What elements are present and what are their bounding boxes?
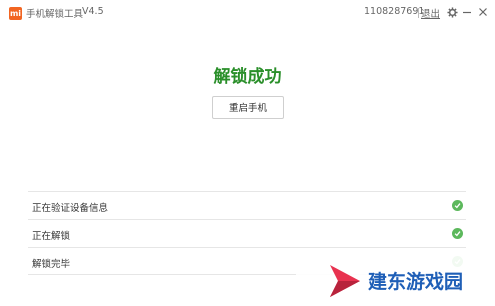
watermark: 建东游戏园 (296, 255, 495, 306)
app-version: V4.5 (82, 6, 104, 17)
title-separator (418, 8, 419, 18)
step-row-verify: 正在验证设备信息 (28, 191, 466, 219)
watermark-text: 建东游戏园 (368, 271, 464, 293)
mi-logo: mi (9, 7, 22, 20)
watermark-logo-icon (326, 261, 362, 305)
app-title: 手机解锁工具 (26, 9, 84, 20)
title-bar: mi 手机解锁工具 V4.5 1108287691 退出 (0, 0, 495, 26)
step-label: 解锁完毕 (32, 259, 71, 270)
gear-icon[interactable] (446, 6, 458, 18)
account-id: 1108287691 (364, 6, 425, 17)
unlock-status-title: 解锁成功 (213, 67, 282, 87)
close-icon[interactable] (477, 6, 489, 18)
checkmark-icon (452, 200, 463, 211)
step-label: 正在解锁 (32, 231, 71, 242)
step-label: 正在验证设备信息 (32, 203, 109, 214)
minimize-icon[interactable] (461, 6, 473, 18)
restart-phone-button[interactable]: 重启手机 (212, 96, 284, 119)
checkmark-icon (452, 228, 463, 239)
step-row-unlocking: 正在解锁 (28, 219, 466, 247)
logout-link[interactable]: 退出 (421, 6, 440, 20)
